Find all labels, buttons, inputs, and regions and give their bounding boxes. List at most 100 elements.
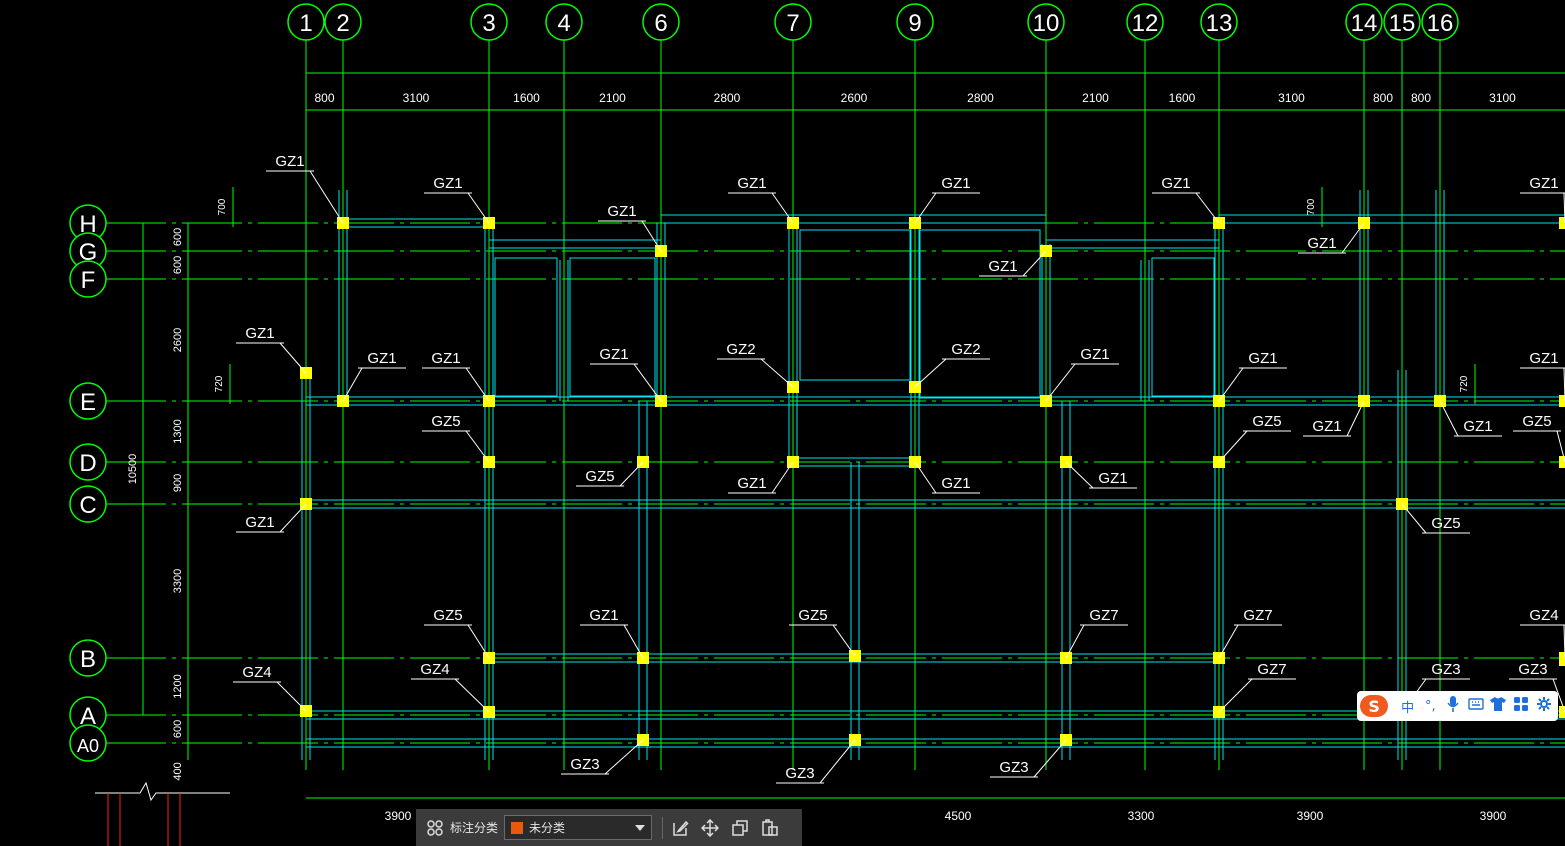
- constructional-column: [1559, 395, 1565, 407]
- column-label: GZ5: [798, 607, 827, 624]
- top-dim-text: 800: [314, 91, 334, 105]
- left-dim-text: 400: [172, 762, 184, 780]
- left-total-dim: 10500: [127, 454, 139, 485]
- left-dim-text: 1300: [172, 419, 184, 443]
- column-label: GZ1: [245, 325, 274, 342]
- top-dim-text: 2600: [841, 91, 868, 105]
- bottom-dim-text: 3300: [1128, 809, 1155, 823]
- axis-label: 9: [908, 10, 921, 37]
- column-label: GZ1: [1312, 418, 1341, 435]
- column-label: GZ2: [951, 341, 980, 358]
- top-dim-text: 1600: [513, 91, 540, 105]
- axis-label: E: [80, 389, 96, 416]
- axis-label: 13: [1206, 10, 1233, 37]
- ime-logo[interactable]: S: [1360, 695, 1389, 717]
- column-label: GZ1: [589, 607, 618, 624]
- column-label: GZ1: [1307, 235, 1336, 252]
- small-dim-text: 720: [1459, 375, 1470, 392]
- axis-label: D: [79, 450, 96, 477]
- top-dim-text: 800: [1411, 91, 1431, 105]
- column-label: GZ1: [599, 346, 628, 363]
- left-dim-text: 3300: [172, 569, 184, 593]
- column-label: GZ3: [1518, 661, 1547, 678]
- column-label: GZ1: [988, 258, 1017, 275]
- settings-icon[interactable]: [1532, 697, 1555, 715]
- shirt-icon[interactable]: [1487, 697, 1510, 715]
- top-dim-text: 3100: [1278, 91, 1305, 105]
- top-dim-text: 2100: [599, 91, 626, 105]
- column-label: GZ3: [785, 765, 814, 782]
- grid-icon[interactable]: [424, 817, 446, 839]
- top-dim-text: 2800: [967, 91, 994, 105]
- bottom-dim-text: 3900: [1297, 809, 1324, 823]
- ime-punct[interactable]: °,: [1419, 699, 1442, 714]
- axis-label: 12: [1132, 10, 1159, 37]
- top-dim-text: 1600: [1169, 91, 1196, 105]
- divider: [662, 816, 664, 839]
- column-label: GZ2: [726, 341, 755, 358]
- edit-icon[interactable]: [669, 817, 691, 839]
- category-label: 标注分类: [450, 821, 499, 835]
- column-label: GZ7: [1243, 607, 1272, 624]
- column-label: GZ5: [431, 413, 460, 430]
- small-dim-text: 700: [1306, 198, 1317, 215]
- top-dim-text: 3100: [403, 91, 430, 105]
- column-label: GZ1: [737, 475, 766, 492]
- column-label: GZ1: [1463, 418, 1492, 435]
- column-label: GZ3: [1431, 661, 1460, 678]
- top-dim-text: 800: [1373, 91, 1393, 105]
- category-selected-value: 未分类: [529, 821, 566, 835]
- category-select[interactable]: 未分类: [504, 815, 653, 840]
- column-label: GZ1: [1248, 350, 1277, 367]
- left-dim-text: 2600: [172, 328, 184, 352]
- column-label: GZ7: [1089, 607, 1118, 624]
- annotation-toolbar: 标注分类 未分类: [416, 809, 802, 846]
- column-label: GZ5: [1431, 515, 1460, 532]
- axis-label: 1: [299, 10, 312, 37]
- axis-label: F: [81, 267, 96, 294]
- axis-label: 2: [336, 10, 349, 37]
- axis-label: 16: [1427, 10, 1454, 37]
- small-dim-text: 700: [217, 198, 228, 215]
- column-label: GZ5: [585, 468, 614, 485]
- column-label: GZ3: [570, 756, 599, 773]
- top-dim-text: 2100: [1082, 91, 1109, 105]
- bottom-dim-text: 4500: [945, 809, 972, 823]
- category-color-swatch: [511, 821, 524, 834]
- axis-label: 6: [654, 10, 667, 37]
- move-icon[interactable]: [699, 817, 721, 839]
- mic-icon[interactable]: [1442, 696, 1465, 716]
- constructional-column: [1559, 652, 1565, 664]
- column-label: GZ1: [737, 175, 766, 192]
- paste-icon[interactable]: [759, 817, 781, 839]
- column-label: GZ5: [1252, 413, 1281, 430]
- column-label: GZ1: [245, 514, 274, 531]
- column-label: GZ1: [941, 475, 970, 492]
- axis-label: A0: [77, 736, 99, 756]
- column-label: GZ1: [1080, 346, 1109, 363]
- axis-label: 3: [482, 10, 495, 37]
- column-label: GZ4: [420, 661, 449, 678]
- ime-mode[interactable]: 中: [1396, 697, 1419, 716]
- left-dim-text: 1200: [172, 674, 184, 698]
- bottom-dim-text: 3900: [385, 809, 412, 823]
- left-dim-text: 600: [172, 256, 184, 274]
- left-dim-text: 900: [172, 474, 184, 492]
- top-dim-text: 3100: [1489, 91, 1516, 105]
- column-label: GZ3: [999, 759, 1028, 776]
- small-dim-text: 720: [214, 375, 225, 392]
- column-label: GZ4: [1529, 607, 1558, 624]
- floor-plan-drawing: 800 3100 1600 2100 2800 2600 2800 2100 1600 3100 8…: [0, 0, 1565, 846]
- column-label: GZ5: [433, 607, 462, 624]
- axis-label: C: [79, 492, 96, 519]
- column-label: GZ4: [242, 664, 271, 681]
- constructional-column: [1559, 217, 1565, 229]
- axis-label: 14: [1351, 10, 1378, 37]
- axis-label: B: [80, 646, 96, 673]
- column-label: GZ1: [431, 350, 460, 367]
- apps-icon[interactable]: [1510, 697, 1533, 715]
- column-label: GZ1: [941, 175, 970, 192]
- copy-icon[interactable]: [729, 817, 751, 839]
- keyboard-icon[interactable]: [1464, 698, 1487, 714]
- axis-label: 10: [1033, 10, 1060, 37]
